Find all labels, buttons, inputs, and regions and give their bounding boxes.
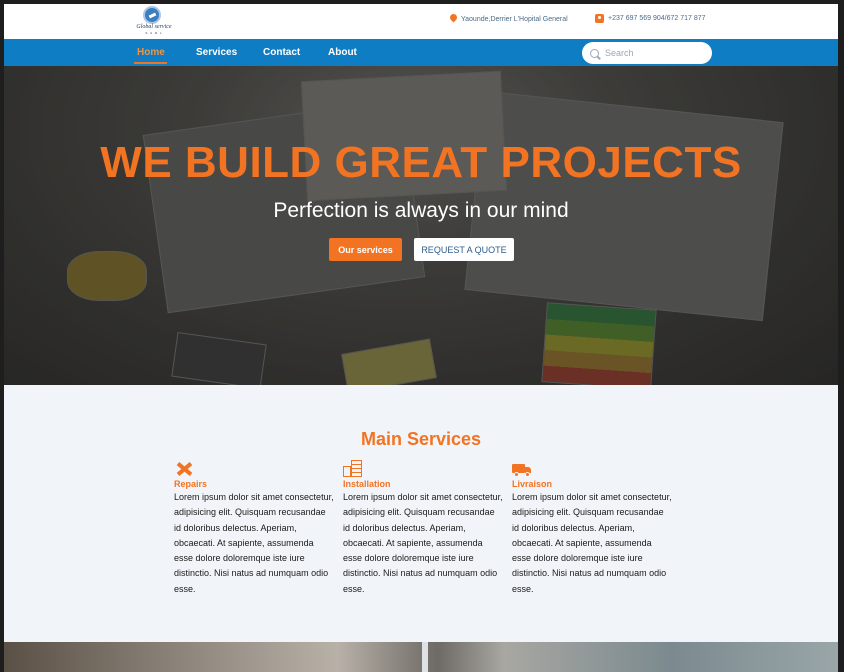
service-description: Lorem ipsum dolor sit amet consectetur, …	[512, 492, 672, 594]
logo-subtitle: S.A.R.L	[145, 31, 163, 35]
logo[interactable]: Global service S.A.R.L	[134, 6, 174, 36]
nav-services[interactable]: Services	[196, 47, 237, 58]
hero-subtitle: Perfection is always in our mind	[273, 199, 569, 222]
tools-icon	[174, 460, 196, 477]
logo-brand: Global service	[136, 24, 172, 30]
phone-info: +237 697 569 904/672 717 877	[595, 14, 706, 23]
next-section-image-strip	[4, 642, 838, 672]
top-header: Global service S.A.R.L Yaounde,Derrier L…	[4, 4, 838, 39]
browser-viewport: Global service S.A.R.L Yaounde,Derrier L…	[4, 4, 838, 672]
service-description: Lorem ipsum dolor sit amet consectetur, …	[174, 492, 334, 594]
request-quote-button[interactable]: REQUEST A QUOTE	[414, 238, 514, 261]
search-box[interactable]	[582, 42, 712, 64]
main-navbar: Home Services Contact About	[4, 39, 838, 66]
hero-title: WE BUILD GREAT PROJECTS	[100, 138, 742, 187]
logo-emblem-icon	[143, 6, 161, 24]
service-title: Repairs	[174, 479, 208, 489]
nav-home[interactable]: Home	[137, 47, 165, 58]
service-description: Lorem ipsum dolor sit amet consectetur, …	[343, 492, 503, 594]
service-title: Installation	[343, 479, 391, 489]
our-services-button[interactable]: Our services	[329, 238, 402, 261]
nav-contact[interactable]: Contact	[263, 47, 300, 58]
service-card-livraison: Livraison Lorem ipsum dolor sit amet con…	[512, 460, 672, 597]
address-text: Yaounde,Derrier L'Hopital General	[461, 15, 568, 23]
service-title: Livraison	[512, 479, 553, 489]
active-nav-underline	[134, 62, 167, 64]
building-icon	[343, 460, 365, 477]
truck-icon	[512, 460, 534, 477]
service-card-installation: Installation Lorem ipsum dolor sit amet …	[343, 460, 503, 597]
hero-overlay	[4, 66, 838, 385]
address-info: Yaounde,Derrier L'Hopital General	[450, 14, 568, 24]
service-card-repairs: Repairs Lorem ipsum dolor sit amet conse…	[174, 460, 334, 597]
search-input[interactable]	[605, 48, 705, 58]
services-heading: Main Services	[360, 429, 482, 449]
phone-icon	[595, 14, 604, 23]
main-services-section: Main Services Repairs Lorem ipsum dolor …	[4, 385, 838, 642]
nav-about[interactable]: About	[328, 47, 357, 58]
search-icon[interactable]	[590, 48, 599, 58]
location-pin-icon	[450, 14, 457, 24]
phone-text: +237 697 569 904/672 717 877	[608, 15, 706, 22]
hero-banner: WE BUILD GREAT PROJECTS Perfection is al…	[4, 66, 838, 385]
image-divider	[422, 642, 428, 672]
